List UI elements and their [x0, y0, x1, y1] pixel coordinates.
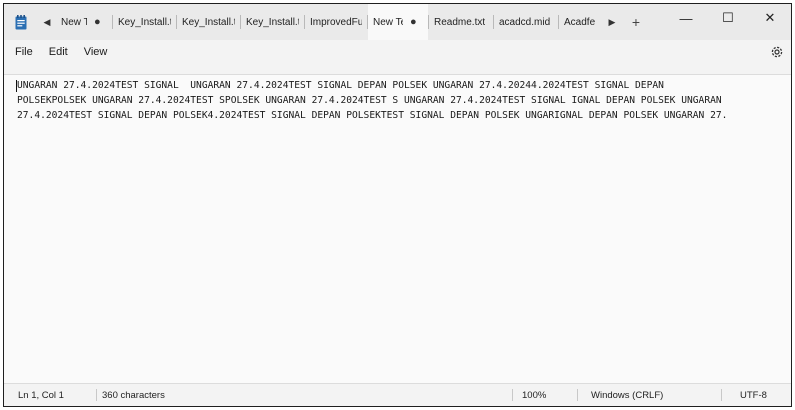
tab-improved-fu[interactable]: ImprovedFu	[305, 4, 367, 40]
line-ending-label: Windows (CRLF)	[591, 389, 664, 401]
tab-label: New Te	[373, 16, 403, 28]
title-bar: ◀ New Te ● Key_Install.tx Key_Install.tx…	[4, 4, 791, 40]
tab-label: Key_Install.tx	[246, 16, 299, 28]
tab-label: Key_Install.tx	[182, 16, 235, 28]
settings-button[interactable]	[769, 44, 785, 60]
tab-key-install-3[interactable]: Key_Install.tx	[241, 4, 304, 40]
maximize-icon: ☐	[722, 10, 734, 25]
status-bar: Ln 1, Col 1 360 characters 100% Windows …	[4, 384, 791, 406]
gear-icon	[771, 46, 783, 58]
menu-edit[interactable]: Edit	[41, 40, 76, 64]
tab-key-install-2[interactable]: Key_Install.tx	[177, 4, 240, 40]
menu-view[interactable]: View	[76, 40, 116, 64]
window-controls: — ☐ ✕	[665, 4, 791, 32]
close-icon: ✕	[764, 10, 776, 25]
caret-right-icon: ▶	[608, 16, 616, 27]
character-count: 360 characters	[97, 384, 512, 406]
notepad-window: ◀ New Te ● Key_Install.tx Key_Install.tx…	[3, 3, 792, 407]
plus-icon: +	[631, 14, 641, 30]
zoom-label: 100%	[522, 389, 547, 401]
tab-new-text-2[interactable]: New Te ●	[368, 4, 428, 40]
encoding-label: UTF-8	[740, 389, 767, 401]
unsaved-dot-icon: ●	[94, 15, 101, 28]
zoom-level[interactable]: 100%	[513, 384, 577, 406]
tab-label: ImprovedFu	[310, 16, 362, 28]
tab-label: Key_Install.tx	[118, 16, 171, 28]
cursor-position: Ln 1, Col 1	[4, 384, 96, 406]
tab-new-text-1[interactable]: New Te ●	[56, 4, 112, 40]
cursor-position-label: Ln 1, Col 1	[18, 389, 64, 401]
maximize-button[interactable]: ☐	[707, 4, 749, 32]
tab-key-install-1[interactable]: Key_Install.tx	[113, 4, 176, 40]
tab-label: New Te	[61, 16, 87, 28]
encoding[interactable]: UTF-8	[722, 384, 767, 406]
tab-acadcd[interactable]: acadcd.mid	[494, 4, 558, 40]
line-ending[interactable]: Windows (CRLF)	[578, 384, 721, 406]
notepad-icon	[4, 4, 38, 40]
tab-scroll-left-button[interactable]: ◀	[38, 4, 56, 40]
text-editor[interactable]: UNGARAN 27.4.2024TEST SIGNAL UNGARAN 27.…	[4, 74, 791, 384]
menu-bar: File Edit View	[4, 40, 791, 64]
tab-scroll-right-button[interactable]: ▶	[603, 4, 621, 40]
tab-label: acadcd.mid	[499, 16, 551, 28]
editor-line: POLSEKPOLSEK UNGARAN 27.4.2024TEST SPOLS…	[17, 95, 722, 106]
tab-strip: New Te ● Key_Install.tx Key_Install.tx K…	[56, 4, 621, 40]
editor-line: UNGARAN 27.4.2024TEST SIGNAL UNGARAN 27.…	[17, 80, 664, 91]
tab-readme[interactable]: Readme.txt	[429, 4, 493, 40]
text-caret	[16, 80, 17, 92]
minimize-icon: —	[679, 10, 693, 26]
editor-line: 27.4.2024TEST SIGNAL DEPAN POLSEK4.2024T…	[17, 110, 728, 121]
tab-label: Acadfe	[564, 16, 596, 28]
minimize-button[interactable]: —	[665, 4, 707, 32]
tab-label: Readme.txt	[434, 16, 486, 28]
close-button[interactable]: ✕	[749, 4, 791, 32]
new-tab-button[interactable]: +	[621, 4, 651, 40]
menu-file[interactable]: File	[4, 40, 41, 64]
character-count-label: 360 characters	[102, 389, 165, 401]
tab-acadfe[interactable]: Acadfe	[559, 4, 603, 40]
unsaved-dot-icon: ●	[410, 15, 417, 28]
caret-left-icon: ◀	[43, 16, 51, 27]
